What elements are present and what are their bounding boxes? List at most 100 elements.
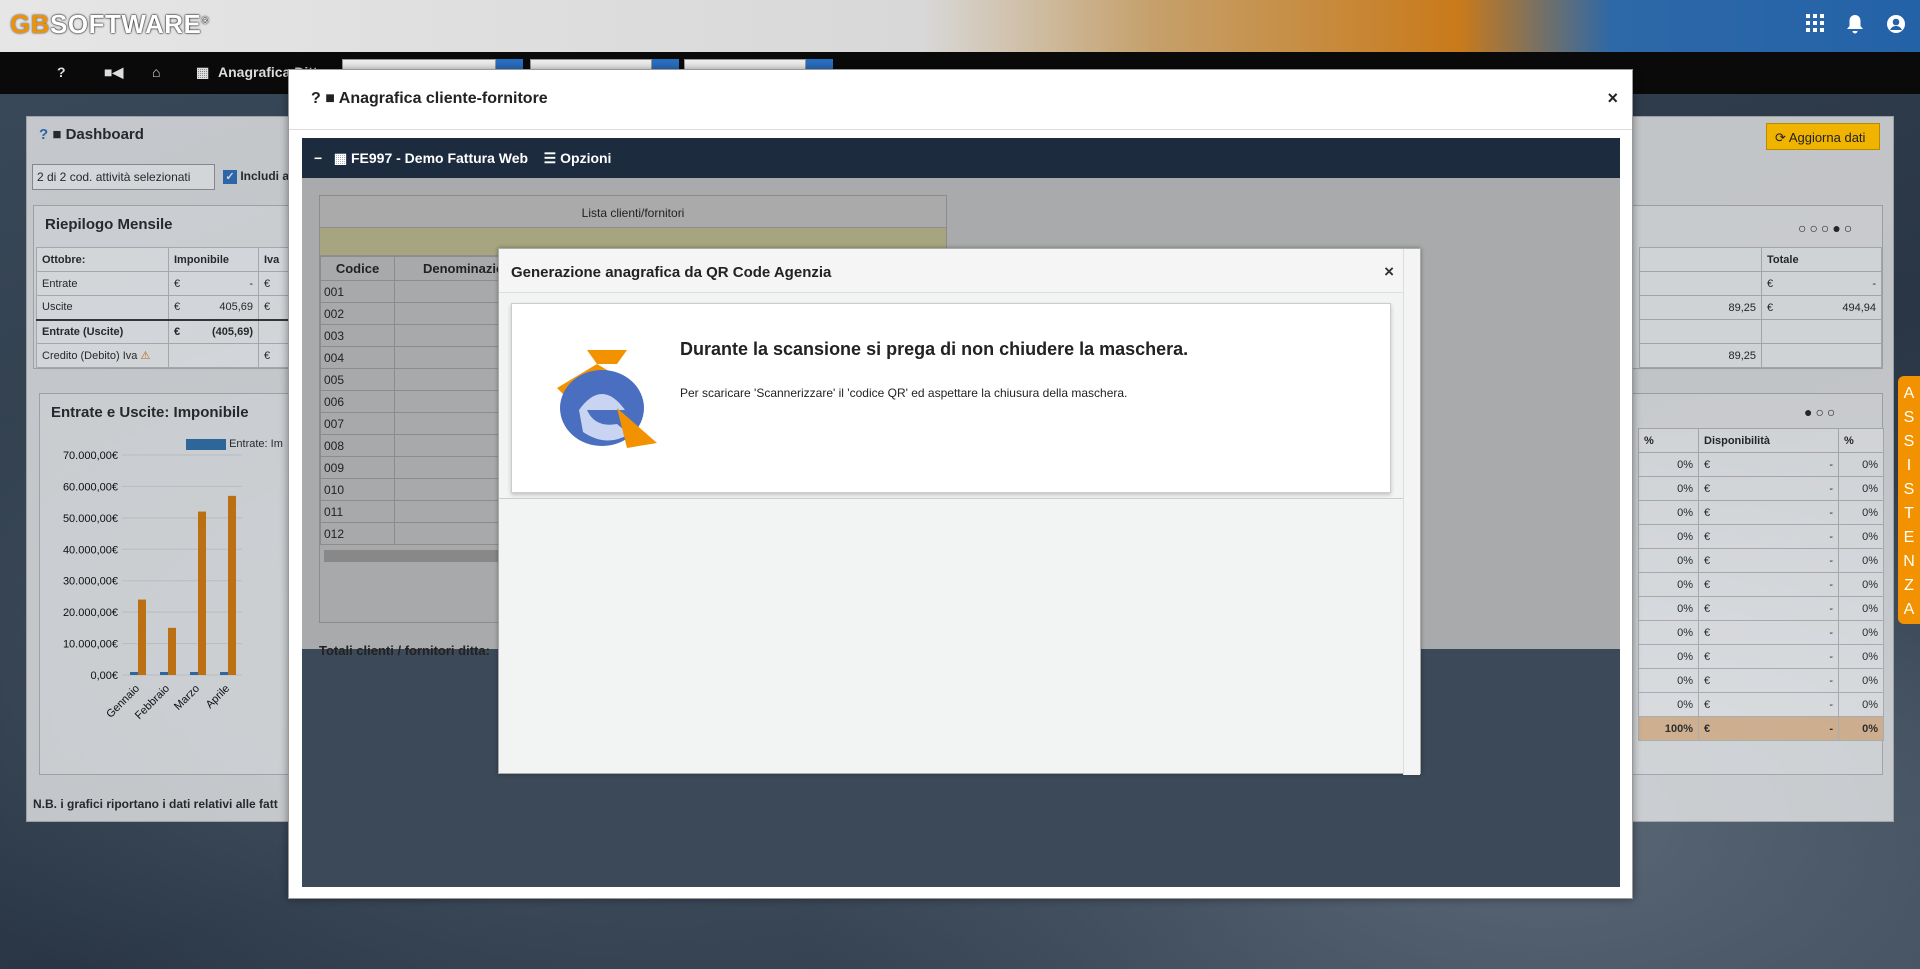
activity-select[interactable]: 2 di 2 cod. attività selezionati — [32, 164, 215, 190]
bell-icon[interactable] — [1846, 14, 1864, 40]
table-row: Credito (Debito) Iva ⚠ € — [36, 343, 294, 368]
table-row: 0% € -0% — [1638, 668, 1884, 693]
chart-legend: Entrate: Im — [186, 438, 283, 450]
close-button[interactable]: × — [1384, 262, 1394, 282]
include-checkbox[interactable]: ✓ Includi a — [223, 169, 289, 184]
dashboard-title: Dashboard — [65, 126, 144, 143]
help-icon[interactable]: ? — [311, 90, 321, 107]
collapse-icon[interactable]: − — [314, 150, 322, 166]
bar[interactable] — [190, 672, 198, 675]
x-tick-label: Marzo — [172, 683, 202, 713]
warning-icon: ⚠ — [140, 350, 151, 362]
logo[interactable]: GBSOFTWARE® — [10, 9, 209, 40]
assistenza-letter: S — [1903, 481, 1915, 498]
code-cell: 008 — [320, 434, 395, 457]
bar[interactable] — [160, 672, 168, 675]
bar[interactable] — [198, 511, 206, 675]
code-cell: 002 — [320, 302, 395, 325]
code-cell: 006 — [320, 390, 395, 413]
bar[interactable] — [228, 495, 236, 675]
table-row: Entrate € - € — [36, 271, 294, 296]
help-icon[interactable]: ? — [57, 64, 66, 80]
grid-icon[interactable] — [1806, 14, 1824, 40]
y-tick-label: 10.000,00€ — [63, 639, 118, 651]
assistenza-letter: N — [1903, 553, 1915, 570]
company-bar: − ▦ FE997 - Demo Fattura Web ☰ Opzioni — [302, 138, 1620, 178]
y-tick-label: 0,00€ — [90, 670, 118, 682]
horizontal-scrollbar[interactable] — [324, 550, 504, 562]
table-row: 0% € -0% — [1638, 596, 1884, 621]
assistenza-letter: E — [1903, 529, 1915, 546]
code-cell: 007 — [320, 412, 395, 435]
riepilogo-table: Ottobre: Imponibile Iva Entrate € - € Uscite €… — [36, 247, 294, 368]
refresh-icon: ⟳ — [1775, 130, 1786, 145]
table-row: Entrate (Uscite) € (405,69) — [36, 318, 294, 344]
assistenza-tab[interactable]: ASSISTENZA — [1898, 376, 1920, 624]
y-tick-label: 20.000,00€ — [63, 607, 118, 619]
y-tick-label: 50.000,00€ — [63, 513, 118, 525]
bar[interactable] — [130, 672, 138, 675]
bar[interactable] — [220, 672, 228, 675]
carousel-dots[interactable]: ○○○●○ — [1798, 220, 1855, 236]
building-icon: ▦ — [333, 150, 348, 166]
assistenza-letter: S — [1903, 433, 1915, 450]
table-row: 0% € -0% — [1638, 524, 1884, 549]
y-tick-label: 30.000,00€ — [63, 576, 118, 588]
divider — [499, 498, 1403, 499]
table-row: 0% € -0% — [1638, 548, 1884, 573]
bar[interactable] — [168, 627, 176, 675]
table-row: 0% € -0% — [1638, 692, 1884, 717]
carousel-dots-2[interactable]: ●○○ — [1804, 404, 1838, 420]
y-tick-label: 60.000,00€ — [63, 481, 118, 493]
home-icon[interactable]: ⌂ — [152, 64, 160, 80]
assistenza-letter: S — [1903, 409, 1915, 426]
user-icon[interactable] — [1886, 14, 1906, 40]
assistenza-letter: I — [1906, 457, 1912, 474]
aggiorna-button[interactable]: ⟳ Aggiorna dati — [1766, 123, 1880, 150]
table-row: 0% € -0% — [1638, 452, 1884, 477]
y-tick-label: 70.000,00€ — [63, 450, 118, 462]
table-row: 0% € -0% — [1638, 500, 1884, 525]
y-tick-label: 40.000,00€ — [63, 544, 118, 556]
code-cell: 010 — [320, 478, 395, 501]
code-cell: 009 — [320, 456, 395, 479]
agenzia-entrate-logo — [557, 350, 657, 448]
table-row: 0% € -0% — [1638, 644, 1884, 669]
vertical-scrollbar[interactable] — [1403, 249, 1420, 775]
x-tick-label: Aprile — [204, 683, 232, 711]
qr-modal: Generazione anagrafica da QR Code Agenzi… — [498, 248, 1421, 775]
assistenza-letter: A — [1903, 601, 1915, 618]
imponibile-chart: 70.000,00€ 60.000,00€ 50.000,00€ 40.000,00€… — [63, 450, 242, 722]
modal-title: Anagrafica cliente-fornitore — [338, 90, 548, 107]
table-row: 0% € -0% — [1638, 572, 1884, 597]
bar[interactable] — [138, 599, 146, 675]
help-icon[interactable]: ? — [39, 126, 48, 143]
qr-text: Per scaricare 'Scannerizzare' il 'codice… — [680, 386, 1128, 400]
assistenza-letter: A — [1903, 385, 1915, 402]
qr-card: Durante la scansione si prega di non chi… — [511, 303, 1391, 493]
video-icon[interactable]: ■◀ — [104, 64, 123, 81]
table-row: 100% € -0% — [1638, 716, 1884, 741]
assistenza-letter: T — [1904, 505, 1914, 522]
table-row: Uscite €405,69 € — [36, 295, 294, 320]
building-icon: ▦ — [196, 64, 210, 80]
code-cell: 005 — [320, 368, 395, 391]
video-icon[interactable]: ■ — [52, 126, 61, 143]
options-button[interactable]: ☰ Opzioni — [544, 150, 612, 166]
note: N.B. i grafici riportano i dati relativi… — [33, 797, 278, 811]
riepilogo-right-table: Totale € - 89,25 €494,94 89,25 — [1639, 247, 1882, 368]
lista-title: Lista clienti/fornitori — [320, 196, 946, 228]
totali-label: Totali clienti / fornitori ditta: — [319, 643, 490, 658]
close-button[interactable]: × — [1607, 88, 1618, 109]
top-bar: GBSOFTWARE® — [0, 0, 1920, 52]
video-icon[interactable]: ■ — [325, 90, 335, 107]
table-row: 0% € -0% — [1638, 620, 1884, 645]
qr-heading: Durante la scansione si prega di non chi… — [680, 339, 1189, 359]
code-cell: 012 — [320, 522, 395, 545]
code-cell: 011 — [320, 500, 395, 523]
table-row: 0% € -0% — [1638, 476, 1884, 501]
assistenza-letter: Z — [1904, 577, 1914, 594]
sliders-icon: ☰ — [543, 150, 557, 166]
qr-modal-title: Generazione anagrafica da QR Code Agenzi… — [499, 249, 1420, 293]
code-cell: 004 — [320, 346, 395, 369]
